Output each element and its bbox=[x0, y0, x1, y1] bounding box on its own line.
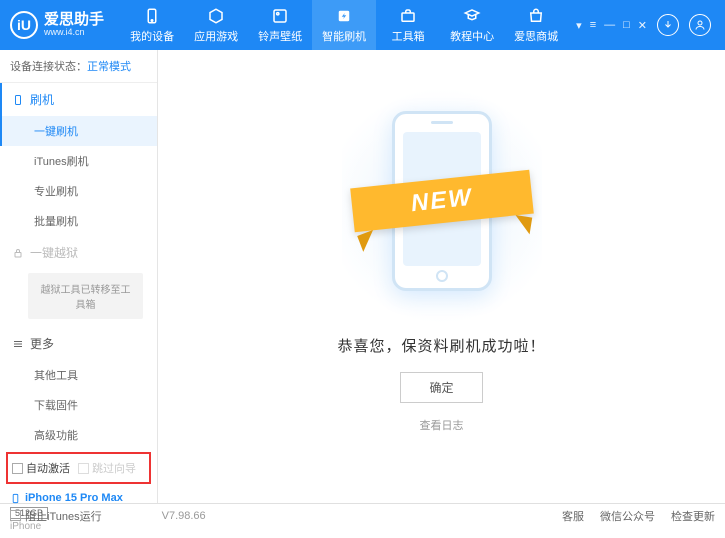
list-icon bbox=[12, 338, 24, 350]
window-controls: ▾ ≡ — □ ✕ bbox=[576, 19, 647, 32]
connection-status: 设备连接状态：正常模式 bbox=[0, 50, 157, 83]
titlebar: iU 爱思助手 www.i4.cn 我的设备 应用游戏 铃声壁纸 智能刷机 工具… bbox=[0, 0, 725, 50]
phone-small-icon bbox=[10, 493, 21, 504]
nav-my-device[interactable]: 我的设备 bbox=[120, 0, 184, 50]
close-button[interactable]: ✕ bbox=[638, 19, 647, 32]
image-icon bbox=[271, 7, 289, 25]
store-icon bbox=[527, 7, 545, 25]
nav-flash[interactable]: 智能刷机 bbox=[312, 0, 376, 50]
sidebar-item-other-tools[interactable]: 其他工具 bbox=[0, 360, 157, 390]
minimize-button[interactable]: — bbox=[604, 19, 615, 32]
device-name[interactable]: iPhone 15 Pro Max bbox=[10, 492, 147, 504]
sidebar-item-itunes-flash[interactable]: iTunes刷机 bbox=[0, 146, 157, 176]
settings-icon[interactable]: ≡ bbox=[590, 19, 596, 32]
sidebar-item-download-firmware[interactable]: 下载固件 bbox=[0, 390, 157, 420]
success-message: 恭喜您，保资料刷机成功啦！ bbox=[337, 335, 545, 356]
phone-icon bbox=[143, 7, 161, 25]
block-itunes-label: 阻止iTunes运行 bbox=[25, 508, 102, 524]
status-label: 设备连接状态： bbox=[10, 61, 87, 73]
ok-button[interactable]: 确定 bbox=[400, 372, 482, 403]
sidebar-item-advanced[interactable]: 高级功能 bbox=[0, 420, 157, 450]
nav-label: 教程中心 bbox=[450, 28, 494, 44]
version-label: V7.98.66 bbox=[162, 510, 206, 522]
nav-label: 爱思商城 bbox=[514, 28, 558, 44]
checkbox-block-itunes[interactable] bbox=[10, 510, 21, 521]
sidebar-item-onekey-flash[interactable]: 一键刷机 bbox=[0, 116, 157, 146]
footer-wechat[interactable]: 微信公众号 bbox=[600, 508, 655, 524]
tutorial-icon bbox=[463, 7, 481, 25]
nav-label: 工具箱 bbox=[392, 28, 425, 44]
logo-icon: iU bbox=[10, 11, 38, 39]
nav-ringtones[interactable]: 铃声壁纸 bbox=[248, 0, 312, 50]
maximize-button[interactable]: □ bbox=[623, 19, 630, 32]
app-logo: iU 爱思助手 www.i4.cn bbox=[10, 11, 120, 39]
nav-label: 应用游戏 bbox=[194, 28, 238, 44]
apps-icon bbox=[207, 7, 225, 25]
checkbox-auto-activate[interactable]: 自动激活 bbox=[12, 460, 70, 476]
nav-tutorials[interactable]: 教程中心 bbox=[440, 0, 504, 50]
user-button[interactable] bbox=[689, 14, 711, 36]
sidebar: 设备连接状态：正常模式 刷机 一键刷机 iTunes刷机 专业刷机 批量刷机 一… bbox=[0, 50, 158, 503]
phone-illustration: NEW bbox=[372, 101, 512, 311]
cb-label: 跳过向导 bbox=[92, 460, 136, 476]
section-flash[interactable]: 刷机 bbox=[0, 83, 157, 116]
status-value: 正常模式 bbox=[87, 61, 131, 73]
toolbox-icon bbox=[399, 7, 417, 25]
nav-label: 我的设备 bbox=[130, 28, 174, 44]
nav-label: 智能刷机 bbox=[322, 28, 366, 44]
section-jailbreak: 一键越狱 bbox=[0, 236, 157, 269]
lock-icon bbox=[12, 247, 24, 259]
nav-store[interactable]: 爱思商城 bbox=[504, 0, 568, 50]
checkbox-skip-guide[interactable]: 跳过向导 bbox=[78, 460, 136, 476]
nav-apps[interactable]: 应用游戏 bbox=[184, 0, 248, 50]
sidebar-item-batch-flash[interactable]: 批量刷机 bbox=[0, 206, 157, 236]
menu-icon[interactable]: ▾ bbox=[576, 19, 582, 32]
section-label: 刷机 bbox=[30, 91, 54, 108]
download-button[interactable] bbox=[657, 14, 679, 36]
user-icon bbox=[694, 19, 706, 31]
new-ribbon: NEW bbox=[350, 169, 534, 232]
sidebar-item-pro-flash[interactable]: 专业刷机 bbox=[0, 176, 157, 206]
footer-update[interactable]: 检查更新 bbox=[671, 508, 715, 524]
footer-support[interactable]: 客服 bbox=[562, 508, 584, 524]
main-nav: 我的设备 应用游戏 铃声壁纸 智能刷机 工具箱 教程中心 爱思商城 bbox=[120, 0, 568, 50]
section-label: 一键越狱 bbox=[30, 244, 78, 261]
titlebar-right: ▾ ≡ — □ ✕ bbox=[568, 14, 715, 36]
view-log-link[interactable]: 查看日志 bbox=[420, 417, 464, 433]
options-row: 自动激活 跳过向导 bbox=[6, 452, 151, 484]
flash-icon bbox=[335, 7, 353, 25]
section-label: 更多 bbox=[30, 335, 54, 352]
jailbreak-note: 越狱工具已转移至工具箱 bbox=[28, 273, 143, 319]
main-content: NEW 恭喜您，保资料刷机成功啦！ 确定 查看日志 bbox=[158, 50, 725, 503]
nav-label: 铃声壁纸 bbox=[258, 28, 302, 44]
section-more[interactable]: 更多 bbox=[0, 327, 157, 360]
app-url: www.i4.cn bbox=[44, 28, 104, 38]
app-name: 爱思助手 bbox=[44, 12, 104, 29]
nav-toolbox[interactable]: 工具箱 bbox=[376, 0, 440, 50]
cb-label: 自动激活 bbox=[26, 460, 70, 476]
device-icon bbox=[12, 94, 24, 106]
download-icon bbox=[662, 19, 674, 31]
device-name-text: iPhone 15 Pro Max bbox=[25, 492, 123, 504]
